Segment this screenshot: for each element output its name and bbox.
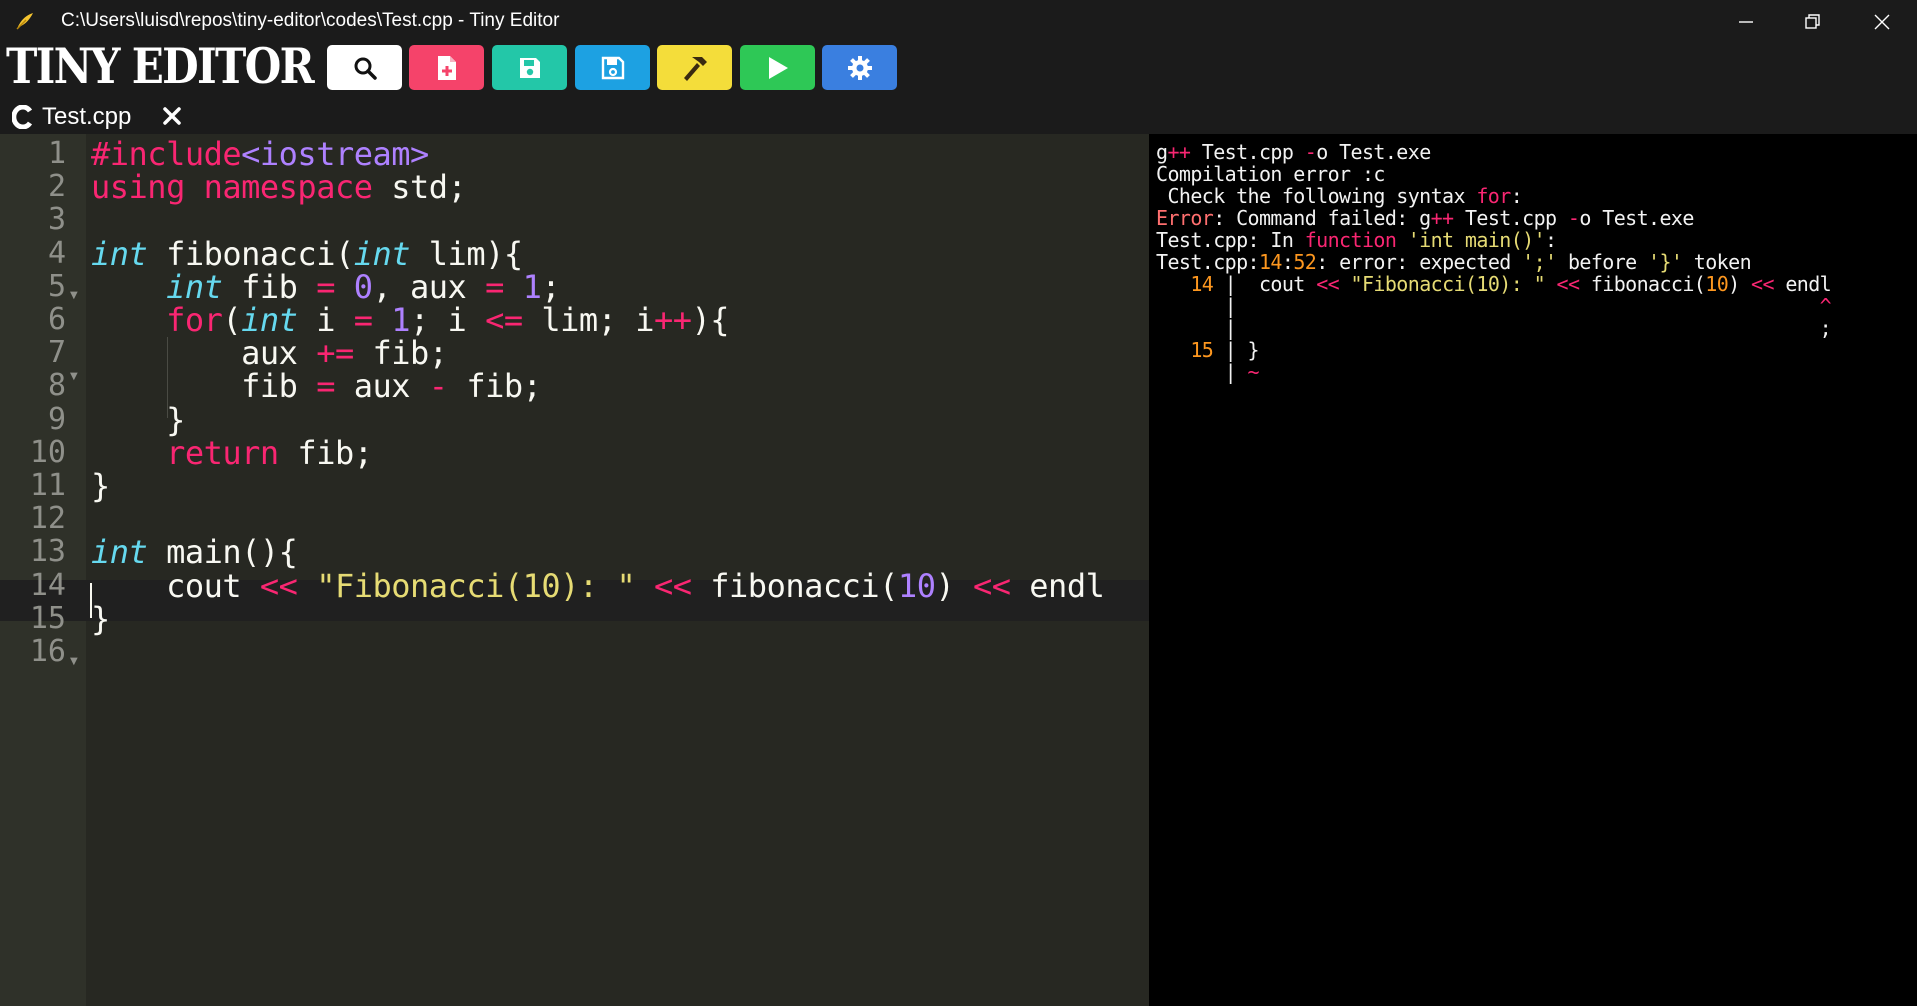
close-icon bbox=[1874, 14, 1890, 30]
feather-icon bbox=[14, 10, 36, 32]
save-button[interactable] bbox=[492, 45, 567, 90]
search-button[interactable] bbox=[327, 45, 402, 90]
code-token: 10 bbox=[897, 566, 936, 605]
new-file-icon bbox=[437, 55, 456, 80]
code-editor[interactable]: 1 2 3 4 5 6 7 8 9 10 11 12 13 14 15 16 ▼ ▼ ▼ #include<i… bbox=[0, 134, 1149, 1006]
save-as-icon bbox=[601, 56, 624, 79]
tab-label: Test.cpp bbox=[42, 103, 132, 130]
code-token: endl bbox=[1010, 566, 1105, 605]
output-terminal: g++ Test.cpp -o Test.exe Compilation erro… bbox=[1149, 134, 1917, 1006]
build-button[interactable] bbox=[657, 45, 732, 90]
window-title: C:\Users\luisd\repos\tiny-editor\codes\T… bbox=[61, 10, 560, 31]
code-token: using bbox=[91, 168, 185, 207]
code-token: } bbox=[91, 467, 110, 505]
code-token: fib; bbox=[447, 367, 542, 406]
search-icon bbox=[354, 57, 377, 80]
code-token: ) bbox=[935, 566, 973, 605]
code-token: namespace bbox=[203, 168, 373, 207]
code-token: <= bbox=[485, 301, 523, 339]
terminal-token: ~ bbox=[1247, 360, 1260, 384]
code-line[interactable]: } bbox=[91, 599, 110, 640]
code-token: = bbox=[316, 367, 335, 406]
code-line[interactable]: cout << "Fibonacci(10): " << fibonacci(1… bbox=[91, 566, 1105, 607]
c-language-icon bbox=[11, 104, 34, 133]
code-token: aux bbox=[334, 367, 429, 406]
code-line[interactable]: } bbox=[91, 466, 110, 507]
terminal-token: | bbox=[1156, 360, 1248, 384]
save-as-button[interactable] bbox=[575, 45, 650, 90]
code-token: lim; i bbox=[522, 301, 654, 339]
code-token: fibonacci( bbox=[691, 566, 898, 605]
play-icon bbox=[768, 56, 788, 79]
code-token: ){ bbox=[691, 301, 730, 339]
restore-button[interactable] bbox=[1793, 6, 1833, 38]
code-token: fib; bbox=[278, 433, 373, 472]
text-cursor bbox=[90, 583, 92, 618]
restore-icon bbox=[1805, 14, 1820, 29]
code-token: return bbox=[166, 433, 279, 472]
run-button[interactable] bbox=[740, 45, 815, 90]
close-icon[interactable] bbox=[162, 106, 182, 130]
fold-arrow-icon[interactable]: ▼ bbox=[70, 276, 78, 317]
line-number: 16 bbox=[29, 634, 66, 669]
code-token: - bbox=[428, 367, 448, 406]
settings-button[interactable] bbox=[822, 45, 897, 90]
code-token: cout bbox=[91, 566, 260, 605]
code-token: "Fibonacci(10): " bbox=[316, 566, 636, 605]
code-token: ++ bbox=[653, 301, 692, 339]
close-window-button[interactable] bbox=[1862, 6, 1902, 38]
minimize-button[interactable] bbox=[1726, 6, 1766, 38]
code-token: std; bbox=[372, 168, 467, 207]
new-file-button[interactable] bbox=[409, 45, 484, 90]
terminal-line: | ~ bbox=[1156, 359, 1260, 386]
code-token: << bbox=[259, 566, 298, 605]
code-line[interactable]: using namespace std; bbox=[91, 167, 467, 208]
code-line[interactable]: return fib; bbox=[91, 433, 373, 474]
save-icon bbox=[519, 57, 540, 78]
hammer-icon bbox=[683, 56, 707, 81]
code-token: << bbox=[972, 566, 1011, 605]
code-token: } bbox=[91, 599, 110, 638]
minimize-icon bbox=[1739, 21, 1753, 23]
fold-arrow-icon[interactable]: ▼ bbox=[70, 642, 78, 683]
app-logo: TINY EDITOR bbox=[6, 37, 315, 95]
fold-arrow-icon[interactable]: ▼ bbox=[70, 357, 78, 398]
code-token: << bbox=[653, 566, 692, 605]
terminal-token: o Test.exe bbox=[1579, 206, 1694, 230]
terminal-token: - bbox=[1567, 206, 1580, 230]
gear-icon bbox=[847, 55, 872, 80]
